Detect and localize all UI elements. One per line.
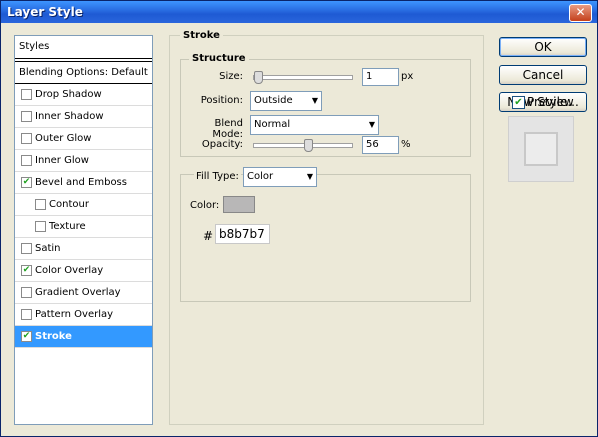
style-item-label: Contour (49, 199, 89, 210)
position-select[interactable]: Outside ▼ (250, 91, 322, 111)
style-item-satin[interactable]: Satin (15, 238, 152, 260)
ok-button[interactable]: OK (499, 37, 587, 57)
size-unit: px (401, 71, 414, 82)
cancel-button[interactable]: Cancel (499, 65, 587, 85)
style-checkbox[interactable] (21, 155, 32, 166)
style-item-label: Stroke (35, 331, 72, 342)
size-input[interactable]: 1 (362, 68, 399, 86)
style-item-drop-shadow[interactable]: Drop Shadow (15, 84, 152, 106)
style-item-contour[interactable]: Contour (15, 194, 152, 216)
chevron-down-icon: ▼ (368, 120, 375, 129)
chevron-down-icon: ▼ (311, 96, 318, 105)
check-icon: ✔ (22, 265, 31, 275)
blend-mode-select[interactable]: Normal ▼ (250, 115, 379, 135)
preview-sample (524, 132, 558, 166)
style-checkbox[interactable]: ✔ (21, 177, 32, 188)
style-items: Drop Shadow Inner Shadow Outer Glow Inner G… (15, 84, 152, 348)
style-item-label: Inner Shadow (35, 111, 104, 122)
dialog-client: Styles Blending Options: Default Drop Sh… (1, 23, 597, 436)
style-checkbox[interactable] (21, 89, 32, 100)
fill-group: Fill Type: Color ▼ Color: # b8b7b7 (180, 167, 471, 302)
hash-label: # (203, 229, 214, 243)
style-item-pattern-overlay[interactable]: Pattern Overlay (15, 304, 152, 326)
fill-type-label: Fill Type: (194, 171, 241, 182)
color-swatch[interactable] (223, 196, 255, 213)
style-item-texture[interactable]: Texture (15, 216, 152, 238)
style-item-bevel-and-emboss[interactable]: ✔ Bevel and Emboss (15, 172, 152, 194)
style-checkbox[interactable] (21, 133, 32, 144)
fill-type-value: Color (247, 171, 274, 182)
style-item-label: Color Overlay (35, 265, 104, 276)
check-icon: ✔ (22, 177, 31, 187)
stroke-title: Stroke (180, 30, 223, 41)
check-icon: ✔ (22, 331, 31, 341)
blend-mode-label: Blend Mode: (212, 118, 243, 140)
style-item-label: Texture (49, 221, 86, 232)
position-value: Outside (254, 95, 293, 106)
style-checkbox[interactable] (21, 111, 32, 122)
style-item-color-overlay[interactable]: ✔ Color Overlay (15, 260, 152, 282)
style-item-label: Bevel and Emboss (35, 177, 127, 188)
close-icon: ✕ (575, 5, 586, 19)
layer-style-dialog: Layer Style ✕ Styles Blending Options: D… (0, 0, 598, 437)
style-item-stroke[interactable]: ✔ Stroke (15, 326, 152, 348)
style-item-label: Inner Glow (35, 155, 89, 166)
style-checkbox[interactable] (21, 243, 32, 254)
size-slider[interactable] (253, 71, 353, 84)
style-item-inner-glow[interactable]: Inner Glow (15, 150, 152, 172)
structure-group: Structure Size: 1 px Position: Outside ▼… (180, 53, 471, 157)
style-checkbox[interactable] (35, 199, 46, 210)
check-icon: ✔ (514, 97, 523, 108)
blending-options-item[interactable]: Blending Options: Default (15, 61, 152, 84)
style-item-gradient-overlay[interactable]: Gradient Overlay (15, 282, 152, 304)
close-button[interactable]: ✕ (569, 4, 592, 22)
style-item-label: Outer Glow (35, 133, 92, 144)
styles-header[interactable]: Styles (15, 36, 152, 59)
style-checkbox[interactable] (35, 221, 46, 232)
style-item-inner-shadow[interactable]: Inner Shadow (15, 106, 152, 128)
style-item-outer-glow[interactable]: Outer Glow (15, 128, 152, 150)
style-item-label: Drop Shadow (35, 89, 102, 100)
title-bar[interactable]: Layer Style ✕ (1, 1, 597, 23)
size-label: Size: (219, 71, 243, 82)
style-checkbox[interactable]: ✔ (21, 265, 32, 276)
chevron-down-icon: ▼ (306, 172, 313, 181)
style-item-label: Satin (35, 243, 61, 254)
fill-type-select[interactable]: Color ▼ (243, 167, 317, 187)
blend-mode-value: Normal (254, 119, 291, 130)
opacity-slider[interactable] (253, 139, 353, 152)
style-checkbox[interactable] (21, 309, 32, 320)
size-slider-thumb[interactable] (254, 71, 263, 84)
position-label: Position: (200, 95, 243, 106)
window-title: Layer Style (7, 5, 83, 19)
style-item-label: Pattern Overlay (35, 309, 114, 320)
preview-checkbox[interactable]: ✔ (512, 96, 525, 109)
color-label: Color: (190, 200, 220, 211)
structure-title: Structure (189, 53, 249, 64)
style-item-label: Gradient Overlay (35, 287, 121, 298)
opacity-label: Opacity: (201, 139, 243, 150)
style-checkbox[interactable] (21, 287, 32, 298)
hex-input[interactable]: b8b7b7 (215, 224, 270, 244)
styles-list: Styles Blending Options: Default Drop Sh… (14, 35, 153, 425)
opacity-slider-thumb[interactable] (304, 139, 313, 152)
opacity-unit: % (401, 139, 411, 150)
preview-label: Preview (527, 95, 574, 109)
opacity-input[interactable]: 56 (362, 136, 399, 154)
stroke-panel: Stroke Structure Size: 1 px Position: Ou… (169, 30, 484, 425)
style-checkbox[interactable]: ✔ (21, 331, 32, 342)
preview-swatch (508, 116, 574, 182)
